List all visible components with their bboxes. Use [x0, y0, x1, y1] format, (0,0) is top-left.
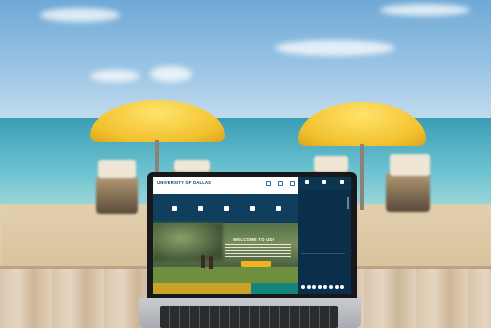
cloud	[275, 40, 395, 56]
quicklink-item[interactable]	[245, 206, 259, 213]
document-icon	[249, 206, 255, 211]
site-logo[interactable]: UNIVERSITY OF DALLAS	[157, 180, 211, 185]
hero-body-text	[225, 244, 291, 258]
quicklinks-bar	[153, 194, 298, 223]
hero-title: WELCOME TO UD!	[233, 237, 275, 242]
side-menu-top	[298, 177, 351, 190]
quicklinks-row	[167, 206, 285, 213]
person-icon[interactable]	[278, 181, 283, 186]
cloud	[90, 70, 140, 82]
cloud	[150, 66, 192, 82]
hero-cta-button[interactable]	[241, 261, 271, 267]
social-icon[interactable]	[328, 285, 333, 289]
pencil-icon	[171, 206, 177, 211]
beach-chair	[96, 176, 138, 214]
beach-photo: UNIVERSITY OF DALLAS WELCOME TO UD!	[0, 0, 491, 328]
social-icons	[301, 285, 345, 289]
laptop-keyboard	[160, 306, 338, 328]
social-icon[interactable]	[340, 285, 345, 289]
hero-person	[209, 256, 213, 269]
site-header: UNIVERSITY OF DALLAS	[153, 177, 298, 194]
social-icon[interactable]	[312, 285, 317, 289]
hero-trees	[153, 223, 223, 261]
hero-grass	[153, 267, 298, 283]
hero-banner: WELCOME TO UD!	[153, 223, 298, 283]
social-icon[interactable]	[334, 285, 339, 289]
quicklink-item[interactable]	[167, 206, 181, 213]
filter-icon	[322, 180, 327, 184]
header-icons	[266, 181, 295, 186]
quicklink-item[interactable]	[219, 206, 233, 213]
laptop-screen: UNIVERSITY OF DALLAS WELCOME TO UD!	[153, 177, 351, 294]
home-icon	[304, 180, 309, 184]
side-menu	[298, 177, 351, 294]
pencil-icon[interactable]	[266, 181, 271, 186]
social-icon[interactable]	[323, 285, 328, 289]
chair-cushion	[174, 160, 210, 172]
teal-bar	[251, 283, 298, 294]
social-icon[interactable]	[301, 285, 305, 289]
menu-divider	[301, 253, 345, 254]
menu-top-item[interactable]	[304, 180, 309, 190]
arrow-icon	[197, 206, 203, 211]
quicklink-item[interactable]	[271, 206, 285, 213]
hero-person	[201, 255, 205, 268]
beach-chair	[386, 172, 430, 212]
chair-cushion	[390, 154, 430, 176]
social-icon[interactable]	[317, 285, 322, 289]
gold-bar	[153, 283, 251, 294]
calendar-icon	[223, 206, 229, 211]
chair-cushion	[314, 156, 348, 172]
quicklink-item[interactable]	[193, 206, 207, 213]
menu-top-item[interactable]	[340, 180, 345, 190]
menu-scrollbar[interactable]	[347, 197, 349, 209]
menu-top-item[interactable]	[322, 180, 327, 190]
chat-icon	[275, 206, 281, 211]
cloud	[380, 4, 470, 16]
cloud	[40, 8, 120, 22]
social-icon[interactable]	[306, 285, 311, 289]
search-icon	[340, 180, 345, 184]
search-icon[interactable]	[290, 181, 295, 186]
chair-cushion	[98, 160, 136, 178]
